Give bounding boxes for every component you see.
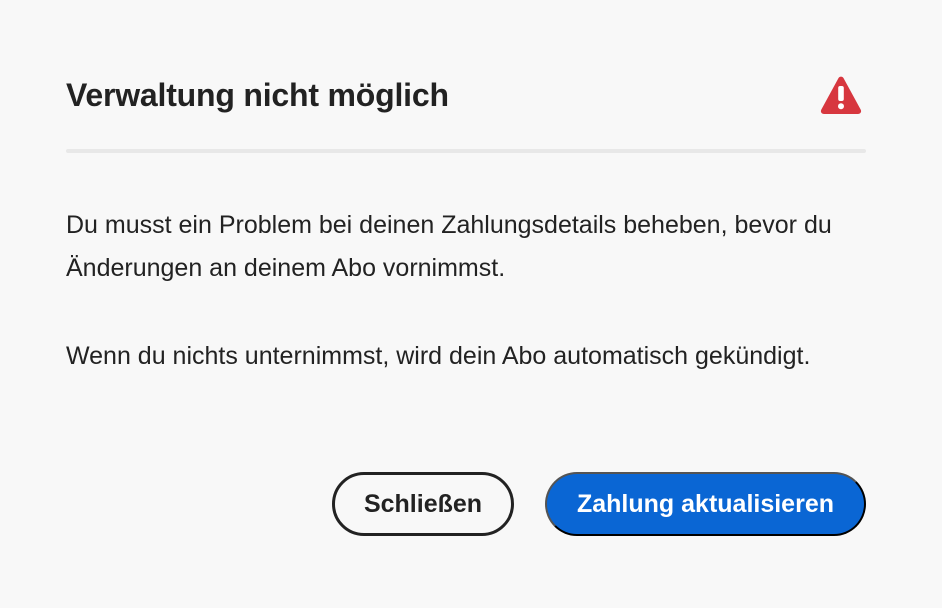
close-button[interactable]: Schließen bbox=[332, 472, 514, 536]
update-payment-button[interactable]: Zahlung aktualisieren bbox=[545, 472, 866, 536]
dialog: Verwaltung nicht möglich Du musst ein Pr… bbox=[0, 0, 942, 608]
warning-icon bbox=[820, 75, 862, 115]
dialog-title: Verwaltung nicht möglich bbox=[66, 77, 449, 113]
dialog-content: Du musst ein Problem bei deinen Zahlungs… bbox=[66, 204, 866, 378]
payment-problem-message: Du musst ein Problem bei deinen Zahlungs… bbox=[66, 211, 832, 282]
dialog-header: Verwaltung nicht möglich bbox=[66, 70, 866, 120]
header-divider bbox=[66, 149, 866, 153]
cancellation-warning-message: Wenn du nichts unternimmst, wird dein Ab… bbox=[66, 342, 811, 370]
dialog-actions: Schließen Zahlung aktualisieren bbox=[0, 472, 866, 536]
